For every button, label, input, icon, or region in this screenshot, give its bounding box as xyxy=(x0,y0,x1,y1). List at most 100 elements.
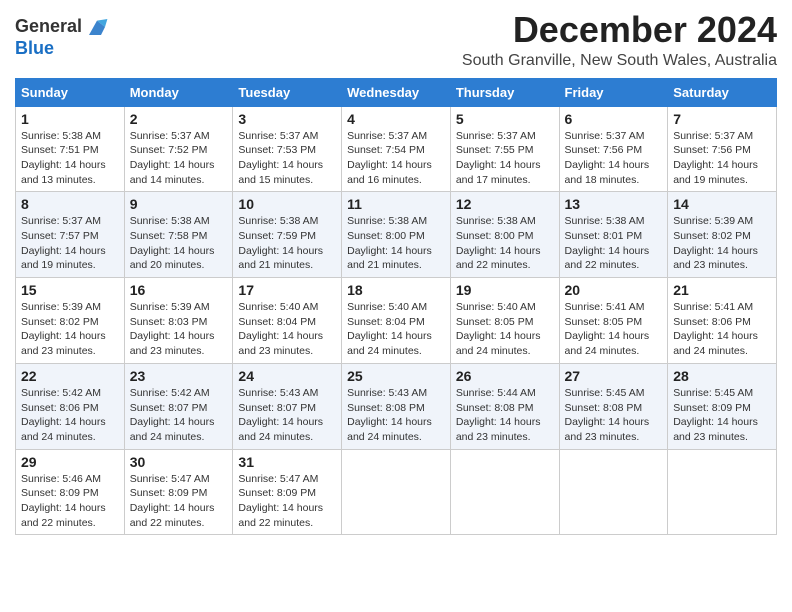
calendar-week-3: 15 Sunrise: 5:39 AMSunset: 8:02 PMDayligh… xyxy=(16,278,777,364)
calendar-cell: 19 Sunrise: 5:40 AMSunset: 8:05 PMDayligh… xyxy=(450,278,559,364)
weekday-header-tuesday: Tuesday xyxy=(233,78,342,106)
calendar-cell: 1 Sunrise: 5:38 AMSunset: 7:51 PMDaylight… xyxy=(16,106,125,192)
day-details: Sunrise: 5:37 AMSunset: 7:55 PMDaylight:… xyxy=(456,129,554,188)
day-number: 5 xyxy=(456,111,554,127)
day-details: Sunrise: 5:39 AMSunset: 8:03 PMDaylight:… xyxy=(130,300,228,359)
day-details: Sunrise: 5:45 AMSunset: 8:09 PMDaylight:… xyxy=(673,386,771,445)
calendar-cell: 8Sunrise: 5:37 AMSunset: 7:57 PMDaylight… xyxy=(16,192,125,278)
day-details: Sunrise: 5:38 AMSunset: 8:00 PMDaylight:… xyxy=(347,214,445,273)
title-area: December 2024 South Granville, New South… xyxy=(462,10,777,70)
calendar-cell: 24Sunrise: 5:43 AMSunset: 8:07 PMDayligh… xyxy=(233,363,342,449)
day-number: 30 xyxy=(130,454,228,470)
day-details: Sunrise: 5:44 AMSunset: 8:08 PMDaylight:… xyxy=(456,386,554,445)
day-number: 13 xyxy=(565,196,663,212)
logo-blue: Blue xyxy=(15,38,54,58)
calendar-cell: 31 Sunrise: 5:47 AMSunset: 8:09 PMDayligh… xyxy=(233,449,342,535)
day-details: Sunrise: 5:37 AMSunset: 7:54 PMDaylight:… xyxy=(347,129,445,188)
day-number: 16 xyxy=(130,282,228,298)
calendar-cell xyxy=(450,449,559,535)
weekday-header-sunday: Sunday xyxy=(16,78,125,106)
day-details: Sunrise: 5:37 AMSunset: 7:53 PMDaylight:… xyxy=(238,129,336,188)
calendar-cell: 16 Sunrise: 5:39 AMSunset: 8:03 PMDayligh… xyxy=(124,278,233,364)
day-details: Sunrise: 5:37 AMSunset: 7:56 PMDaylight:… xyxy=(565,129,663,188)
day-number: 4 xyxy=(347,111,445,127)
weekday-header-wednesday: Wednesday xyxy=(342,78,451,106)
day-details: Sunrise: 5:45 AMSunset: 8:08 PMDaylight:… xyxy=(565,386,663,445)
day-number: 15 xyxy=(21,282,119,298)
day-number: 28 xyxy=(673,368,771,384)
day-details: Sunrise: 5:46 AMSunset: 8:09 PMDaylight:… xyxy=(21,472,119,531)
day-number: 12 xyxy=(456,196,554,212)
calendar-cell: 17 Sunrise: 5:40 AMSunset: 8:04 PMDayligh… xyxy=(233,278,342,364)
day-number: 10 xyxy=(238,196,336,212)
day-details: Sunrise: 5:40 AMSunset: 8:04 PMDaylight:… xyxy=(238,300,336,359)
calendar-cell: 28 Sunrise: 5:45 AMSunset: 8:09 PMDayligh… xyxy=(668,363,777,449)
day-details: Sunrise: 5:38 AMSunset: 7:58 PMDaylight:… xyxy=(130,214,228,273)
day-number: 21 xyxy=(673,282,771,298)
day-details: Sunrise: 5:40 AMSunset: 8:04 PMDaylight:… xyxy=(347,300,445,359)
day-details: Sunrise: 5:39 AMSunset: 8:02 PMDaylight:… xyxy=(673,214,771,273)
day-details: Sunrise: 5:38 AMSunset: 7:59 PMDaylight:… xyxy=(238,214,336,273)
day-number: 23 xyxy=(130,368,228,384)
day-number: 27 xyxy=(565,368,663,384)
logo-icon xyxy=(85,15,109,39)
calendar-cell: 25Sunrise: 5:43 AMSunset: 8:08 PMDayligh… xyxy=(342,363,451,449)
calendar-week-4: 22 Sunrise: 5:42 AMSunset: 8:06 PMDayligh… xyxy=(16,363,777,449)
day-number: 3 xyxy=(238,111,336,127)
day-details: Sunrise: 5:40 AMSunset: 8:05 PMDaylight:… xyxy=(456,300,554,359)
calendar-cell xyxy=(342,449,451,535)
calendar-cell: 2 Sunrise: 5:37 AMSunset: 7:52 PMDaylight… xyxy=(124,106,233,192)
calendar-cell: 26 Sunrise: 5:44 AMSunset: 8:08 PMDayligh… xyxy=(450,363,559,449)
weekday-header-thursday: Thursday xyxy=(450,78,559,106)
day-details: Sunrise: 5:38 AMSunset: 7:51 PMDaylight:… xyxy=(21,129,119,188)
day-details: Sunrise: 5:42 AMSunset: 8:06 PMDaylight:… xyxy=(21,386,119,445)
calendar-cell xyxy=(559,449,668,535)
day-details: Sunrise: 5:37 AMSunset: 7:52 PMDaylight:… xyxy=(130,129,228,188)
day-number: 14 xyxy=(673,196,771,212)
day-number: 2 xyxy=(130,111,228,127)
location-title: South Granville, New South Wales, Austra… xyxy=(462,52,777,70)
day-number: 25 xyxy=(347,368,445,384)
day-number: 24 xyxy=(238,368,336,384)
day-number: 29 xyxy=(21,454,119,470)
calendar-cell: 5 Sunrise: 5:37 AMSunset: 7:55 PMDaylight… xyxy=(450,106,559,192)
calendar-cell: 18 Sunrise: 5:40 AMSunset: 8:04 PMDayligh… xyxy=(342,278,451,364)
calendar-cell: 15 Sunrise: 5:39 AMSunset: 8:02 PMDayligh… xyxy=(16,278,125,364)
calendar-cell: 27 Sunrise: 5:45 AMSunset: 8:08 PMDayligh… xyxy=(559,363,668,449)
calendar-cell: 14 Sunrise: 5:39 AMSunset: 8:02 PMDayligh… xyxy=(668,192,777,278)
day-number: 6 xyxy=(565,111,663,127)
day-details: Sunrise: 5:41 AMSunset: 8:06 PMDaylight:… xyxy=(673,300,771,359)
day-details: Sunrise: 5:47 AMSunset: 8:09 PMDaylight:… xyxy=(130,472,228,531)
day-number: 8 xyxy=(21,196,119,212)
day-details: Sunrise: 5:37 AMSunset: 7:56 PMDaylight:… xyxy=(673,129,771,188)
calendar-cell: 7 Sunrise: 5:37 AMSunset: 7:56 PMDaylight… xyxy=(668,106,777,192)
day-number: 31 xyxy=(238,454,336,470)
weekday-header-saturday: Saturday xyxy=(668,78,777,106)
page-header: General Blue December 2024 South Granvil… xyxy=(15,10,777,70)
calendar-cell: 11Sunrise: 5:38 AMSunset: 8:00 PMDayligh… xyxy=(342,192,451,278)
day-details: Sunrise: 5:38 AMSunset: 8:01 PMDaylight:… xyxy=(565,214,663,273)
day-number: 26 xyxy=(456,368,554,384)
calendar-week-5: 29 Sunrise: 5:46 AMSunset: 8:09 PMDayligh… xyxy=(16,449,777,535)
day-details: Sunrise: 5:39 AMSunset: 8:02 PMDaylight:… xyxy=(21,300,119,359)
day-number: 1 xyxy=(21,111,119,127)
day-number: 17 xyxy=(238,282,336,298)
weekday-header-row: SundayMondayTuesdayWednesdayThursdayFrid… xyxy=(16,78,777,106)
weekday-header-monday: Monday xyxy=(124,78,233,106)
day-details: Sunrise: 5:42 AMSunset: 8:07 PMDaylight:… xyxy=(130,386,228,445)
day-number: 9 xyxy=(130,196,228,212)
calendar-cell: 6 Sunrise: 5:37 AMSunset: 7:56 PMDaylight… xyxy=(559,106,668,192)
calendar-cell: 20Sunrise: 5:41 AMSunset: 8:05 PMDayligh… xyxy=(559,278,668,364)
day-details: Sunrise: 5:47 AMSunset: 8:09 PMDaylight:… xyxy=(238,472,336,531)
calendar-cell: 29 Sunrise: 5:46 AMSunset: 8:09 PMDayligh… xyxy=(16,449,125,535)
day-number: 22 xyxy=(21,368,119,384)
day-number: 7 xyxy=(673,111,771,127)
day-number: 19 xyxy=(456,282,554,298)
calendar-cell: 10 Sunrise: 5:38 AMSunset: 7:59 PMDayligh… xyxy=(233,192,342,278)
day-number: 18 xyxy=(347,282,445,298)
day-details: Sunrise: 5:38 AMSunset: 8:00 PMDaylight:… xyxy=(456,214,554,273)
calendar-cell: 3 Sunrise: 5:37 AMSunset: 7:53 PMDaylight… xyxy=(233,106,342,192)
logo: General Blue xyxy=(15,15,109,59)
calendar-cell: 9 Sunrise: 5:38 AMSunset: 7:58 PMDaylight… xyxy=(124,192,233,278)
weekday-header-friday: Friday xyxy=(559,78,668,106)
